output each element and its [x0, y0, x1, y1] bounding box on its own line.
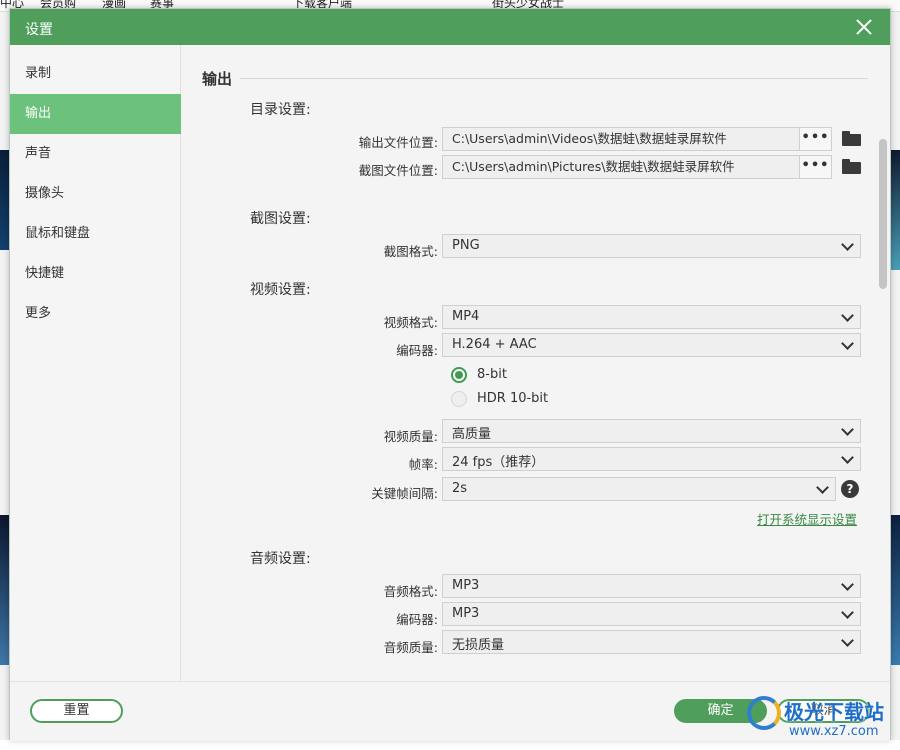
background-thumbnail	[891, 515, 900, 665]
folder-icon[interactable]	[842, 159, 861, 174]
folder-icon[interactable]	[842, 131, 861, 146]
video-quality-value: 高质量	[452, 427, 492, 442]
chevron-down-icon	[841, 309, 854, 322]
audio-format-label: 音频格式:	[383, 584, 438, 599]
chevron-down-icon	[816, 481, 829, 494]
output-browse-button[interactable]: •••	[799, 127, 832, 151]
video-quality-label: 视频质量:	[383, 429, 438, 444]
keyframe-interval-value: 2s	[452, 481, 468, 496]
chevron-down-icon	[841, 238, 854, 251]
framerate-value: 24 fps（推荐）	[452, 455, 545, 470]
screenshot-browse-button[interactable]: •••	[799, 155, 832, 179]
watermark-logo-icon	[747, 696, 781, 730]
chevron-down-icon	[841, 451, 854, 464]
screenshot-format-label: 截图格式:	[383, 244, 438, 259]
audio-encoder-label: 编码器:	[396, 612, 438, 627]
video-format-value: MP4	[452, 309, 480, 324]
keyframe-interval-select[interactable]: 2s	[442, 477, 836, 501]
watermark: 极光下载站 www.xz7.com	[747, 690, 897, 746]
video-format-select[interactable]: MP4	[442, 305, 861, 329]
reset-button[interactable]: 重置	[30, 699, 123, 723]
sidebar-item-output[interactable]: 输出	[10, 94, 181, 134]
settings-dialog: 设置 录制 输出 声音 摄像头 鼠标和键盘 快捷键 更多 输出 目录设置: 输出…	[9, 8, 891, 741]
sidebar-item-camera[interactable]: 摄像头	[10, 174, 181, 214]
output-path-label: 输出文件位置:	[358, 135, 438, 150]
video-encoder-value: H.264 + AAC	[452, 337, 537, 352]
output-path-field[interactable]: C:\Users\admin\Videos\数据蛙\数据蛙录屏软件	[442, 127, 832, 151]
audio-format-value: MP3	[452, 578, 480, 593]
video-format-label: 视频格式:	[383, 315, 438, 330]
audio-settings-heading: 音频设置:	[250, 551, 311, 567]
dialog-title: 设置	[25, 22, 53, 38]
video-encoder-select[interactable]: H.264 + AAC	[442, 333, 861, 357]
audio-quality-value: 无损质量	[452, 638, 505, 653]
background-thumbnail	[0, 515, 9, 665]
watermark-url: www.xz7.com	[789, 724, 879, 739]
video-settings-heading: 视频设置:	[250, 282, 311, 298]
radio-8bit[interactable]	[451, 367, 467, 383]
sidebar-item-record[interactable]: 录制	[10, 54, 181, 94]
watermark-title: 极光下载站	[784, 700, 884, 724]
open-display-settings-link[interactable]: 打开系统显示设置	[757, 509, 857, 528]
radio-hdr-10bit-label: HDR 10-bit	[477, 391, 549, 406]
close-icon[interactable]	[852, 15, 876, 39]
chevron-down-icon	[841, 337, 854, 350]
video-quality-select[interactable]: 高质量	[442, 419, 861, 443]
screenshot-format-select[interactable]: PNG	[442, 234, 861, 258]
title-bar: 设置	[10, 9, 890, 45]
framerate-select[interactable]: 24 fps（推荐）	[442, 447, 861, 471]
section-title: 输出	[202, 70, 233, 88]
background-thumbnail	[891, 150, 900, 270]
sidebar-item-mouse-keyboard[interactable]: 鼠标和键盘	[10, 214, 181, 254]
help-icon[interactable]: ?	[841, 480, 859, 498]
screenshot-format-value: PNG	[452, 238, 480, 253]
directory-settings-heading: 目录设置:	[250, 102, 311, 118]
framerate-label: 帧率:	[408, 457, 438, 472]
sidebar-item-hotkeys[interactable]: 快捷键	[10, 254, 181, 294]
settings-sidebar: 录制 输出 声音 摄像头 鼠标和键盘 快捷键 更多	[10, 45, 181, 681]
radio-8bit-label: 8-bit	[477, 367, 507, 382]
audio-encoder-select[interactable]: MP3	[442, 602, 861, 626]
screenshot-settings-heading: 截图设置:	[250, 211, 311, 227]
output-settings-panel: 输出 目录设置: 输出文件位置: C:\Users\admin\Videos\数…	[182, 45, 890, 681]
keyframe-interval-label: 关键帧间隔:	[371, 486, 438, 501]
audio-format-select[interactable]: MP3	[442, 574, 861, 598]
audio-encoder-value: MP3	[452, 606, 480, 621]
section-divider	[240, 78, 868, 79]
chevron-down-icon	[841, 606, 854, 619]
sidebar-item-more[interactable]: 更多	[10, 294, 181, 334]
audio-quality-label: 音频质量:	[383, 640, 438, 655]
screenshot-path-label: 截图文件位置:	[358, 163, 438, 178]
chevron-down-icon	[841, 423, 854, 436]
sidebar-item-sound[interactable]: 声音	[10, 134, 181, 174]
audio-quality-select[interactable]: 无损质量	[442, 630, 861, 654]
chevron-down-icon	[841, 578, 854, 591]
screenshot-path-field[interactable]: C:\Users\admin\Pictures\数据蛙\数据蛙录屏软件	[442, 155, 832, 179]
background-thumbnail	[0, 150, 9, 250]
video-encoder-label: 编码器:	[396, 343, 438, 358]
scrollbar[interactable]	[879, 139, 887, 289]
chevron-down-icon	[841, 634, 854, 647]
radio-hdr-10bit[interactable]	[451, 391, 467, 407]
